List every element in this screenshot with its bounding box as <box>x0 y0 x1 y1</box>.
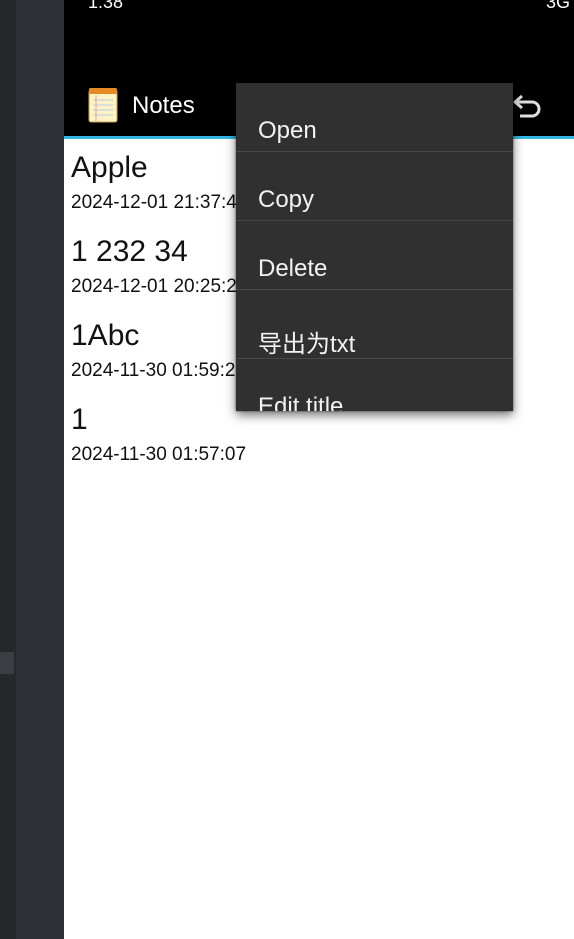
note-date: 2024-12-01 21:37:4 <box>71 192 237 213</box>
background-app-edge <box>0 0 16 939</box>
notepad-icon[interactable] <box>88 87 118 123</box>
status-bar: 1:38 3G <box>64 0 574 72</box>
note-date: 2024-11-30 01:59:2 <box>71 360 236 381</box>
menu-item-label: Open <box>258 117 317 144</box>
menu-item-label: Delete <box>258 255 328 282</box>
status-time: 1:38 <box>88 0 124 12</box>
note-title: 1Abc <box>71 319 140 352</box>
app-title: Notes <box>132 92 195 119</box>
menu-item-label: 导出为txt <box>258 331 356 358</box>
context-menu: Open Copy Delete 导出为txt Edit title <box>236 83 513 411</box>
menu-item-copy[interactable]: Copy <box>236 152 513 221</box>
note-date: 2024-12-01 20:25:2 <box>71 276 237 297</box>
undo-icon[interactable] <box>512 92 544 120</box>
menu-item-label: Edit title <box>258 393 344 411</box>
note-title: 1 232 34 <box>71 235 188 268</box>
menu-item-edit-title[interactable]: Edit title <box>236 359 513 411</box>
status-network: 3G <box>545 0 570 12</box>
background-app-strip <box>0 0 64 939</box>
menu-item-delete[interactable]: Delete <box>236 221 513 290</box>
menu-item-export-txt[interactable]: 导出为txt <box>236 290 513 359</box>
note-date: 2024-11-30 01:57:07 <box>71 444 247 465</box>
background-app-mark <box>0 652 14 674</box>
note-title: 1 <box>71 403 88 436</box>
menu-item-open[interactable]: Open <box>236 83 513 152</box>
menu-item-label: Copy <box>258 186 315 213</box>
note-title: Apple <box>71 151 148 184</box>
